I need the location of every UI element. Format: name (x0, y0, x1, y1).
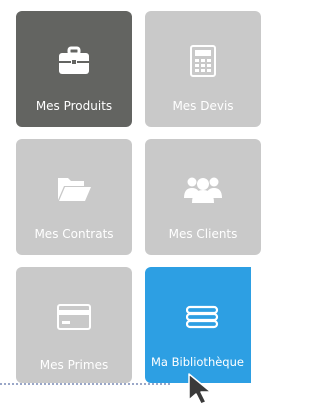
folder-icon (16, 169, 132, 209)
tile-label: Mes Produits (35, 99, 113, 113)
tile-label: Ma Bibliothèque (151, 355, 244, 369)
briefcase-icon (16, 41, 132, 81)
tile-label: Mes Primes (39, 358, 109, 372)
users-icon (145, 169, 261, 209)
tile-mes-produits[interactable]: Mes Produits (16, 11, 132, 127)
tile-mes-contrats[interactable]: Mes Contrats (16, 139, 132, 255)
tile-ma-bibliotheque[interactable]: Ma Bibliothèque (145, 267, 251, 383)
books-icon (155, 297, 251, 337)
tile-mes-clients[interactable]: Mes Clients (145, 139, 261, 255)
tile-label: Mes Contrats (34, 227, 114, 241)
tile-label: Mes Clients (168, 227, 238, 241)
calculator-icon (145, 41, 261, 81)
mouse-cursor-icon (187, 373, 217, 405)
tile-mes-devis[interactable]: Mes Devis (145, 11, 261, 127)
tile-label: Mes Devis (172, 99, 234, 113)
credit-card-icon (16, 297, 132, 337)
dotted-separator (0, 383, 170, 385)
tile-mes-primes[interactable]: Mes Primes (16, 267, 132, 383)
